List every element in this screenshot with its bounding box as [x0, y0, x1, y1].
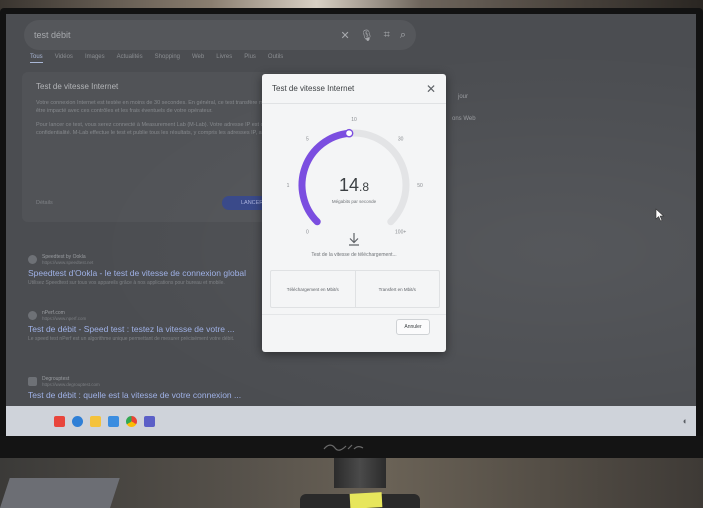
download-result: Téléchargement en Mbit/s	[286, 286, 339, 292]
site-favicon	[28, 311, 37, 320]
search-result: Degrouptest https://www.degrouptest.com …	[28, 376, 328, 400]
speed-value-decimal: .8	[359, 180, 370, 194]
search-bar[interactable]: test débit ✕ 🎙 ⌗ ⌕	[24, 20, 416, 50]
speed-readout: 14.8 Mégabits par seconde	[262, 175, 446, 204]
tab-news[interactable]: Actualités	[117, 54, 143, 63]
tab-more[interactable]: Plus	[244, 54, 256, 63]
speed-unit: Mégabits par seconde	[331, 199, 377, 204]
chrome-icon[interactable]	[126, 415, 137, 427]
search-icon[interactable]: ⌕	[400, 29, 406, 42]
monitor-stand	[334, 458, 386, 488]
download-arrow-icon	[349, 233, 359, 246]
result-url: https://www.nperf.com	[42, 316, 87, 321]
store-icon[interactable]	[108, 415, 119, 427]
tab-all[interactable]: Tous	[30, 54, 43, 63]
gauge-tick-label: 0	[306, 230, 309, 236]
sticky-note	[349, 492, 383, 508]
side-panel-text: jour	[458, 94, 469, 100]
system-tray-icon[interactable]: ◐	[683, 416, 688, 426]
test-status-text: Test de la vitesse de téléchargement...	[311, 252, 397, 258]
gauge-tick-label: 30	[398, 136, 404, 142]
keyboard	[0, 478, 120, 508]
speed-value: 14	[338, 175, 359, 195]
upload-result: Transfert en Mbit/s	[354, 271, 440, 307]
gauge-tick-label: 5	[306, 136, 309, 142]
gauge-tick-label: 10	[351, 117, 357, 123]
tab-web[interactable]: Web	[192, 54, 204, 63]
tab-shopping[interactable]: Shopping	[155, 54, 180, 63]
side-panel-text: ons Web	[452, 116, 476, 122]
site-favicon	[28, 255, 37, 264]
close-icon[interactable]: ✕	[426, 83, 436, 95]
details-link[interactable]: Détails	[36, 200, 53, 206]
edge-icon[interactable]	[72, 415, 83, 427]
explorer-icon[interactable]	[90, 415, 101, 427]
office-icon[interactable]	[54, 415, 65, 427]
tab-tools[interactable]: Outils	[268, 54, 283, 63]
clear-icon[interactable]: ✕	[340, 29, 349, 42]
mouse-cursor-icon	[655, 208, 665, 222]
tab-images[interactable]: Images	[85, 54, 105, 63]
search-tabs: Tous Vidéos Images Actualités Shopping W…	[30, 54, 283, 63]
monitor-brand-logo	[323, 444, 364, 451]
gauge-tick-label: 100+	[395, 230, 406, 236]
teams-icon[interactable]	[144, 415, 155, 427]
windows-taskbar: ◐	[6, 406, 696, 436]
dialog-title: Test de vitesse Internet	[272, 84, 355, 93]
gauge-needle-knob	[344, 128, 354, 138]
result-url: https://www.speedtest.net	[42, 260, 94, 265]
dialog-divider	[262, 314, 446, 315]
speed-test-dialog: Test de vitesse Internet ✕ 0 1 5 10 30 50 100+…	[262, 74, 446, 352]
monitor-screen: test débit ✕ 🎙 ⌗ ⌕ Tous Vidéos Images Ac…	[6, 14, 696, 406]
speed-results-row: Téléchargement en Mbit/s Transfert en Mb…	[270, 270, 440, 308]
cancel-button[interactable]: Annuler	[396, 319, 430, 335]
tab-books[interactable]: Livres	[216, 54, 232, 63]
search-input[interactable]: test débit	[34, 30, 330, 40]
microphone-icon[interactable]: 🎙	[360, 29, 374, 42]
site-favicon	[28, 377, 37, 386]
result-title-link[interactable]: Test de débit : quelle est la vitesse de…	[28, 390, 328, 400]
result-url: https://www.degrouptest.com	[42, 382, 100, 387]
dialog-header: Test de vitesse Internet ✕	[262, 74, 446, 104]
lens-icon[interactable]: ⌗	[384, 29, 390, 42]
tab-videos[interactable]: Vidéos	[55, 54, 73, 63]
